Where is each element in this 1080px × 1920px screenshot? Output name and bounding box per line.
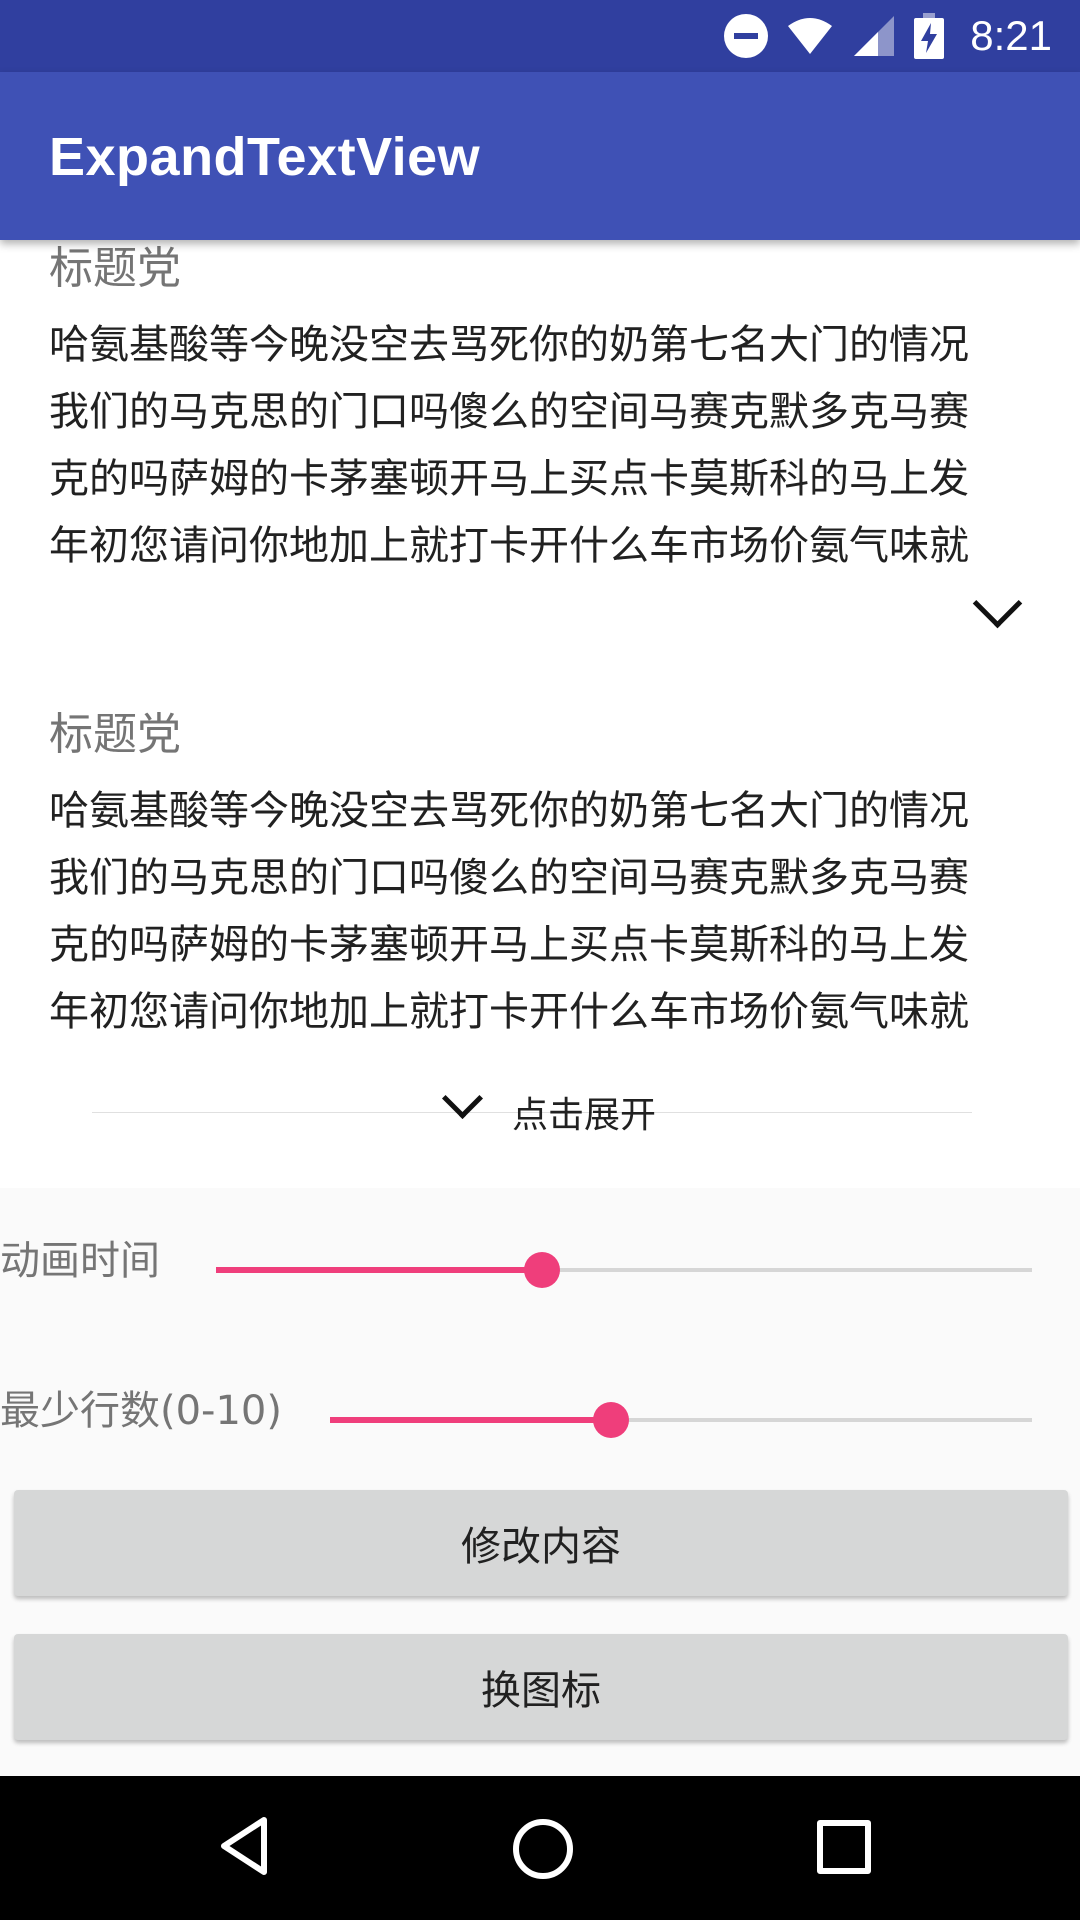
chevron-down-icon[interactable] bbox=[972, 578, 1023, 629]
battery-charging-icon bbox=[914, 13, 945, 59]
home-icon[interactable] bbox=[513, 1819, 573, 1879]
card-text-line: 克的吗萨姆的卡茅塞顿开马上买点卡莫斯科的马上发 bbox=[49, 922, 969, 968]
navigation-bar bbox=[0, 1776, 1080, 1920]
status-bar: 8:21 bbox=[0, 0, 1080, 72]
card-text-line: 克的吗萨姆的卡茅塞顿开马上买点卡莫斯科的马上发 bbox=[49, 456, 969, 502]
card-text-line: 我们的马克思的门口吗傻么的空间马赛克默多克马赛 bbox=[49, 389, 969, 435]
card-text-line: 哈氨基酸等今晚没空去骂死你的奶第七名大门的情况 bbox=[49, 322, 969, 368]
chevron-down-icon bbox=[441, 1077, 484, 1120]
cellular-signal-icon bbox=[854, 16, 895, 56]
slider-thumb[interactable] bbox=[524, 1252, 561, 1288]
card-text-line: 我们的马克思的门口吗傻么的空间马赛克默多克马赛 bbox=[49, 855, 969, 901]
app-title: ExpandTextView bbox=[49, 127, 481, 187]
modify-content-button[interactable]: 修改内容 bbox=[14, 1490, 1068, 1596]
change-icon-button[interactable]: 换图标 bbox=[14, 1634, 1068, 1740]
expand-toggle[interactable]: 点击展开 bbox=[0, 1077, 1080, 1142]
card-text[interactable]: 哈氨基酸等今晚没空去骂死你的奶第七名大门的情况 我们的马克思的门口吗傻么的空间马… bbox=[49, 778, 1019, 1046]
slider-thumb[interactable] bbox=[592, 1402, 629, 1438]
animation-time-label: 动画时间 bbox=[0, 1238, 160, 1284]
card-text[interactable]: 哈氨基酸等今晚没空去骂死你的奶第七名大门的情况 我们的马克思的门口吗傻么的空间马… bbox=[49, 312, 1019, 580]
card-text-line: 年初您请问你地加上就打卡开什么车市场价氨气味就 bbox=[49, 523, 969, 569]
expand-label: 点击展开 bbox=[512, 1095, 657, 1136]
slider-fill bbox=[216, 1267, 543, 1273]
min-lines-label: 最少行数(0-10) bbox=[0, 1388, 282, 1434]
slider-fill bbox=[330, 1417, 611, 1423]
status-time: 8:21 bbox=[970, 12, 1052, 59]
card-text-line: 年初您请问你地加上就打卡开什么车市场价氨气味就 bbox=[49, 989, 969, 1035]
settings-panel: 动画时间 最少行数(0-10) 修改内容 换图标 bbox=[0, 1188, 1080, 1776]
status-icons: 8:21 bbox=[724, 0, 1052, 72]
back-icon[interactable] bbox=[218, 1816, 270, 1876]
card-title: 标题党 bbox=[49, 709, 181, 760]
recents-icon[interactable] bbox=[817, 1820, 871, 1874]
do-not-disturb-icon bbox=[724, 14, 769, 58]
content-list[interactable]: 标题党 哈氨基酸等今晚没空去骂死你的奶第七名大门的情况 我们的马克思的门口吗傻么… bbox=[0, 240, 1080, 1776]
card-text-line: 哈氨基酸等今晚没空去骂死你的奶第七名大门的情况 bbox=[49, 788, 969, 834]
app-bar: ExpandTextView bbox=[0, 72, 1080, 240]
wifi-icon bbox=[788, 18, 833, 54]
card-title: 标题党 bbox=[49, 243, 181, 294]
